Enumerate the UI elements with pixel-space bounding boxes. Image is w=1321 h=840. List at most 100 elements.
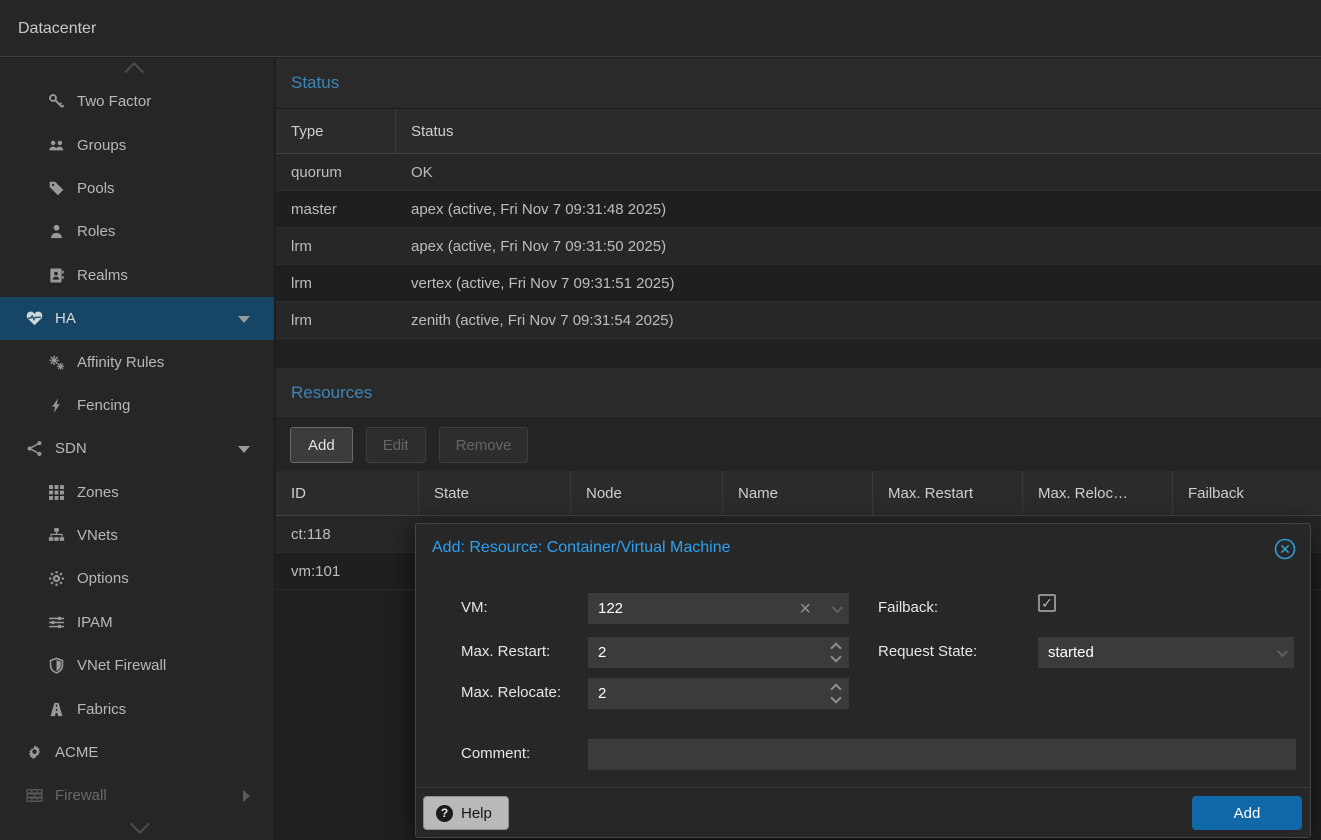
sidebar-item-firewall[interactable]: Firewall <box>0 774 274 817</box>
table-cell: apex (active, Fri Nov 7 09:31:50 2025) <box>396 228 1321 264</box>
sidebar-item-acme[interactable]: ACME <box>0 731 274 774</box>
column-header-status[interactable]: Status <box>396 109 1321 153</box>
sidebar-item-label: Firewall <box>55 787 107 804</box>
resources-panel-header: Resources <box>276 368 1321 419</box>
table-cell: master <box>276 191 396 227</box>
sidebar-item-vnets[interactable]: VNets <box>0 514 274 557</box>
question-icon: ? <box>436 805 453 822</box>
request-state-select[interactable]: started <box>1038 637 1294 668</box>
chevron-up-icon <box>124 62 144 82</box>
sidebar-item-options[interactable]: Options <box>0 557 274 600</box>
edit-button[interactable]: Edit <box>366 427 426 463</box>
spinner-down-icon[interactable] <box>830 692 841 703</box>
column-header-state[interactable]: State <box>419 471 571 515</box>
sidebar-scroll-up[interactable] <box>0 58 274 80</box>
expand-caret-icon[interactable] <box>243 790 250 802</box>
sidebar-item-zones[interactable]: Zones <box>0 471 274 514</box>
vm-combobox[interactable]: 122 × <box>588 593 849 624</box>
comment-input[interactable] <box>588 739 1296 770</box>
collapse-caret-icon[interactable] <box>238 316 250 323</box>
help-button[interactable]: ? Help <box>423 796 509 830</box>
table-cell: lrm <box>276 302 396 338</box>
status-panel-title: Status <box>291 73 339 93</box>
tag-icon <box>44 180 68 197</box>
clear-icon[interactable]: × <box>799 598 811 621</box>
table-cell: lrm <box>276 265 396 301</box>
request-state-label: Request State: <box>878 643 977 660</box>
remove-button[interactable]: Remove <box>439 427 529 463</box>
shield-icon <box>44 657 68 674</box>
table-row[interactable]: lrmapex (active, Fri Nov 7 09:31:50 2025… <box>276 228 1321 265</box>
spinner-down-icon[interactable] <box>830 651 841 662</box>
status-panel-header: Status <box>276 58 1321 109</box>
request-state-value: started <box>1048 644 1094 661</box>
chevron-down-icon <box>130 814 150 834</box>
sidebar-item-label: Fabrics <box>77 701 126 718</box>
status-panel: Status TypeStatus quorumOKmasterapex (ac… <box>276 58 1321 339</box>
sidebar-item-label: HA <box>55 310 76 327</box>
column-header-name[interactable]: Name <box>723 471 873 515</box>
column-header-max-reloc-[interactable]: Max. Reloc… <box>1023 471 1173 515</box>
sidebar-item-affinity-rules[interactable]: Affinity Rules <box>0 340 274 383</box>
chevron-down-icon[interactable] <box>832 602 843 613</box>
sidebar-item-label: VNet Firewall <box>77 657 166 674</box>
sidebar-item-sdn[interactable]: SDN <box>0 427 274 470</box>
sidebar-item-roles[interactable]: Roles <box>0 210 274 253</box>
table-row[interactable]: lrmzenith (active, Fri Nov 7 09:31:54 20… <box>276 302 1321 339</box>
grid-icon <box>44 484 68 501</box>
status-table-header: TypeStatus <box>276 109 1321 154</box>
status-table-body: quorumOKmasterapex (active, Fri Nov 7 09… <box>276 154 1321 339</box>
close-icon[interactable] <box>1273 537 1297 561</box>
sidebar-item-label: Options <box>77 570 129 587</box>
table-cell: OK <box>396 154 1321 190</box>
sidebar-item-label: Zones <box>77 484 119 501</box>
sidebar-item-fabrics[interactable]: Fabrics <box>0 687 274 730</box>
table-cell: vm:101 <box>276 553 419 589</box>
column-header-id[interactable]: ID <box>276 471 419 515</box>
collapse-caret-icon[interactable] <box>238 446 250 453</box>
sitemap-icon <box>44 527 68 544</box>
table-cell: vertex (active, Fri Nov 7 09:31:51 2025) <box>396 265 1321 301</box>
resources-toolbar: Add Edit Remove <box>276 419 1321 471</box>
table-row[interactable]: masterapex (active, Fri Nov 7 09:31:48 2… <box>276 191 1321 228</box>
table-cell: ct:118 <box>276 516 419 552</box>
table-row[interactable]: quorumOK <box>276 154 1321 191</box>
column-header-node[interactable]: Node <box>571 471 723 515</box>
comment-label: Comment: <box>461 745 530 762</box>
failback-label: Failback: <box>878 599 938 616</box>
sidebar-item-label: Realms <box>77 267 128 284</box>
column-header-max-restart[interactable]: Max. Restart <box>873 471 1023 515</box>
column-header-failback[interactable]: Failback <box>1173 471 1321 515</box>
sidebar-item-fencing[interactable]: Fencing <box>0 384 274 427</box>
chevron-down-icon[interactable] <box>1277 646 1288 657</box>
sidebar-item-realms[interactable]: Realms <box>0 254 274 297</box>
column-header-type[interactable]: Type <box>276 109 396 153</box>
sidebar-item-ipam[interactable]: IPAM <box>0 601 274 644</box>
sidebar-item-label: VNets <box>77 527 118 544</box>
sidebar-item-vnet-firewall[interactable]: VNet Firewall <box>0 644 274 687</box>
share-nodes-icon <box>22 440 46 457</box>
sidebar-item-ha[interactable]: HA <box>0 297 274 340</box>
sliders-icon <box>44 614 68 631</box>
sidebar-item-pools[interactable]: Pools <box>0 167 274 210</box>
max-restart-value: 2 <box>598 644 606 661</box>
max-relocate-stepper[interactable]: 2 <box>588 678 849 709</box>
dialog-add-button[interactable]: Add <box>1192 796 1302 830</box>
gear-icon <box>44 570 68 587</box>
sidebar-scroll-down[interactable] <box>0 814 274 840</box>
failback-checkbox[interactable]: ✓ <box>1038 594 1056 612</box>
sidebar-item-label: Two Factor <box>77 93 151 110</box>
sidebar-item-two-factor[interactable]: Two Factor <box>0 80 274 123</box>
sidebar-item-label: Affinity Rules <box>77 354 164 371</box>
page-title: Datacenter <box>18 20 96 38</box>
dialog-footer: ? Help Add <box>416 787 1310 837</box>
heartbeat-icon <box>22 310 46 327</box>
table-cell: quorum <box>276 154 396 190</box>
sidebar-item-label: SDN <box>55 440 87 457</box>
add-button[interactable]: Add <box>290 427 353 463</box>
sidebar-item-groups[interactable]: Groups <box>0 123 274 166</box>
max-restart-stepper[interactable]: 2 <box>588 637 849 668</box>
table-row[interactable]: lrmvertex (active, Fri Nov 7 09:31:51 20… <box>276 265 1321 302</box>
gears-icon <box>44 354 68 371</box>
address-book-icon <box>44 267 68 284</box>
